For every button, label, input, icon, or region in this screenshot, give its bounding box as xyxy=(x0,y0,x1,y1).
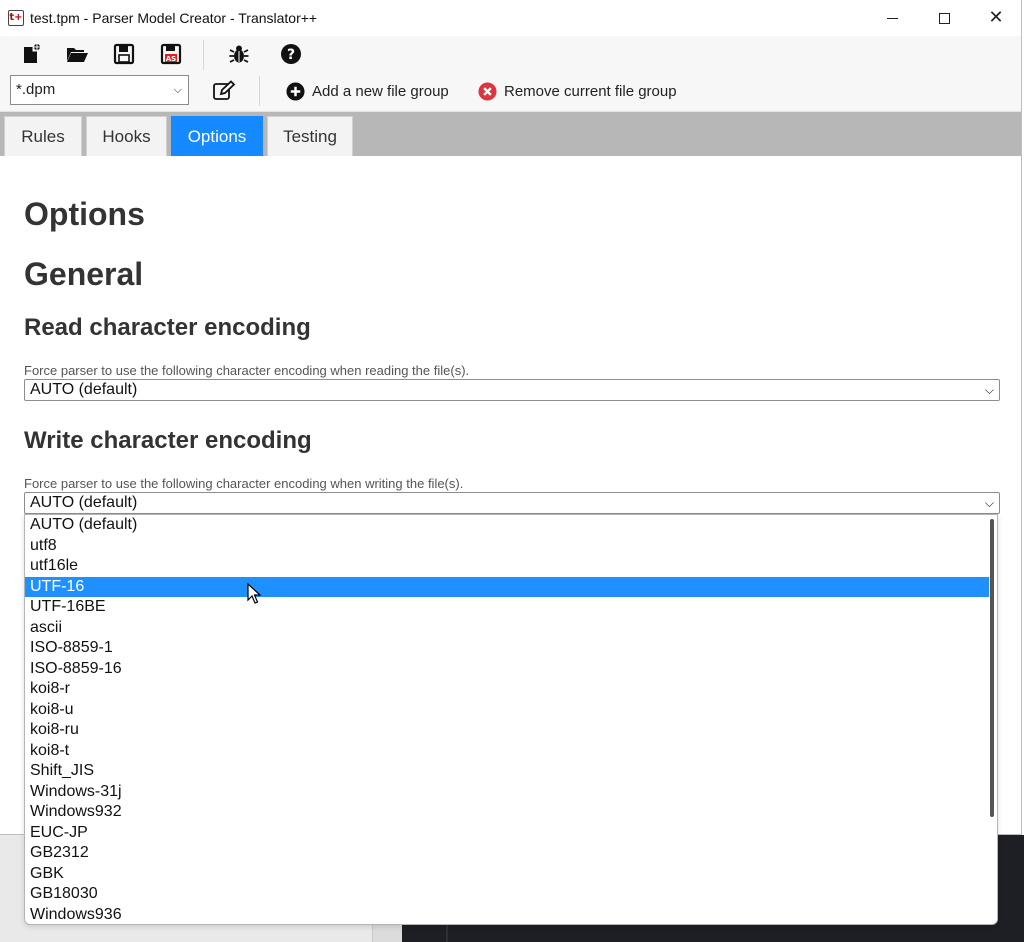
edit-icon xyxy=(213,80,236,100)
mouse-cursor-icon xyxy=(247,583,261,604)
file-filter-select[interactable]: *.dpm ⌵ xyxy=(10,75,189,105)
dropdown-option[interactable]: koi8-r xyxy=(25,679,989,700)
main-toolbar: AS ? xyxy=(0,36,1021,72)
dropdown-option[interactable]: AUTO (default) xyxy=(25,515,989,536)
plus-circle-icon xyxy=(286,81,305,101)
dropdown-option[interactable]: ascii xyxy=(25,618,989,639)
remove-circle-icon xyxy=(478,81,497,101)
write-encoding-select[interactable]: AUTO (default) ⌵ xyxy=(24,492,1000,514)
dropdown-option[interactable]: utf8 xyxy=(25,536,989,557)
tab-hooks[interactable]: Hooks xyxy=(86,116,167,156)
minimize-button[interactable] xyxy=(866,0,918,36)
dropdown-option[interactable]: Windows936 xyxy=(25,905,989,925)
svg-text:?: ? xyxy=(287,47,295,63)
dropdown-option[interactable]: Windows-31j xyxy=(25,782,989,803)
toolbar-separator xyxy=(203,40,204,70)
dropdown-option[interactable]: ISO-8859-16 xyxy=(25,659,989,680)
dropdown-option[interactable]: Shift_JIS xyxy=(25,761,989,782)
read-encoding-value: AUTO (default) xyxy=(30,381,138,398)
save-icon xyxy=(113,43,135,65)
read-encoding-select[interactable]: AUTO (default) ⌵ xyxy=(24,379,1000,401)
encoding-dropdown-list: AUTO (default) utf8 utf16le UTF-16 UTF-16BE a… xyxy=(24,514,998,925)
dropdown-option[interactable]: GB2312 xyxy=(25,843,989,864)
remove-file-group-label: Remove current file group xyxy=(504,82,677,100)
remove-file-group-button[interactable]: Remove current file group xyxy=(478,78,677,104)
dropdown-scrollbar[interactable] xyxy=(990,519,994,817)
file-filter-value: *.dpm xyxy=(16,81,56,98)
open-file-button[interactable] xyxy=(63,40,91,68)
debug-button[interactable] xyxy=(225,40,253,68)
new-file-button[interactable] xyxy=(17,40,45,68)
window-title: test.tpm - Parser Model Creator - Transl… xyxy=(30,10,318,26)
add-file-group-label: Add a new file group xyxy=(312,82,449,100)
save-button[interactable] xyxy=(110,40,138,68)
open-folder-icon xyxy=(67,48,88,62)
tab-testing[interactable]: Testing xyxy=(267,116,353,156)
read-encoding-hint: Force parser to use the following charac… xyxy=(24,363,470,378)
dropdown-option[interactable]: koi8-u xyxy=(25,700,989,721)
dropdown-option[interactable]: koi8-ru xyxy=(25,720,989,741)
save-as-button[interactable]: AS xyxy=(157,40,185,68)
svg-text:AS: AS xyxy=(166,55,176,63)
close-icon: ✕ xyxy=(988,7,1004,28)
write-encoding-hint: Force parser to use the following charac… xyxy=(24,476,464,491)
page-title: Options xyxy=(24,196,145,232)
dropdown-option[interactable]: UTF-16 xyxy=(25,576,989,597)
toolbar-separator xyxy=(259,76,260,106)
chevron-down-icon: ⌵ xyxy=(173,83,182,96)
dropdown-option[interactable]: utf16le xyxy=(25,556,989,577)
write-encoding-title: Write character encoding xyxy=(24,427,312,454)
file-group-toolbar: *.dpm ⌵ Add a new file group Remove curr… xyxy=(0,72,1021,112)
write-encoding-value: AUTO (default) xyxy=(30,494,138,511)
dropdown-option[interactable]: UTF-16BE xyxy=(25,597,989,618)
app-icon: t+ xyxy=(8,10,24,26)
help-icon: ? xyxy=(281,44,301,64)
dropdown-option[interactable]: EUC-JP xyxy=(25,823,989,844)
maximize-icon xyxy=(938,12,950,24)
title-bar: t+ test.tpm - Parser Model Creator - Tra… xyxy=(0,0,1021,36)
dropdown-option[interactable]: ISO-8859-1 xyxy=(25,638,989,659)
dropdown-option[interactable]: GBK xyxy=(25,864,989,885)
tab-bar: Rules Hooks Options Testing xyxy=(0,112,1021,156)
bug-icon xyxy=(229,45,249,63)
dropdown-option[interactable]: GB18030 xyxy=(25,884,989,905)
add-file-group-button[interactable]: Add a new file group xyxy=(286,78,449,104)
dropdown-option[interactable]: Windows932 xyxy=(25,802,989,823)
edit-filter-button[interactable] xyxy=(210,78,238,104)
help-button[interactable]: ? xyxy=(277,40,305,68)
close-button[interactable]: ✕ xyxy=(970,0,1022,36)
save-as-icon: AS xyxy=(160,43,182,65)
dropdown-option[interactable]: koi8-t xyxy=(25,741,989,762)
chevron-down-icon: ⌵ xyxy=(984,383,994,397)
section-title: General xyxy=(24,256,144,292)
tab-options[interactable]: Options xyxy=(171,116,263,156)
tab-rules[interactable]: Rules xyxy=(4,116,82,156)
maximize-button[interactable] xyxy=(918,0,970,36)
new-file-icon xyxy=(24,44,40,63)
chevron-down-icon: ⌵ xyxy=(984,496,994,510)
read-encoding-title: Read character encoding xyxy=(24,314,311,341)
minimize-icon xyxy=(886,17,898,19)
